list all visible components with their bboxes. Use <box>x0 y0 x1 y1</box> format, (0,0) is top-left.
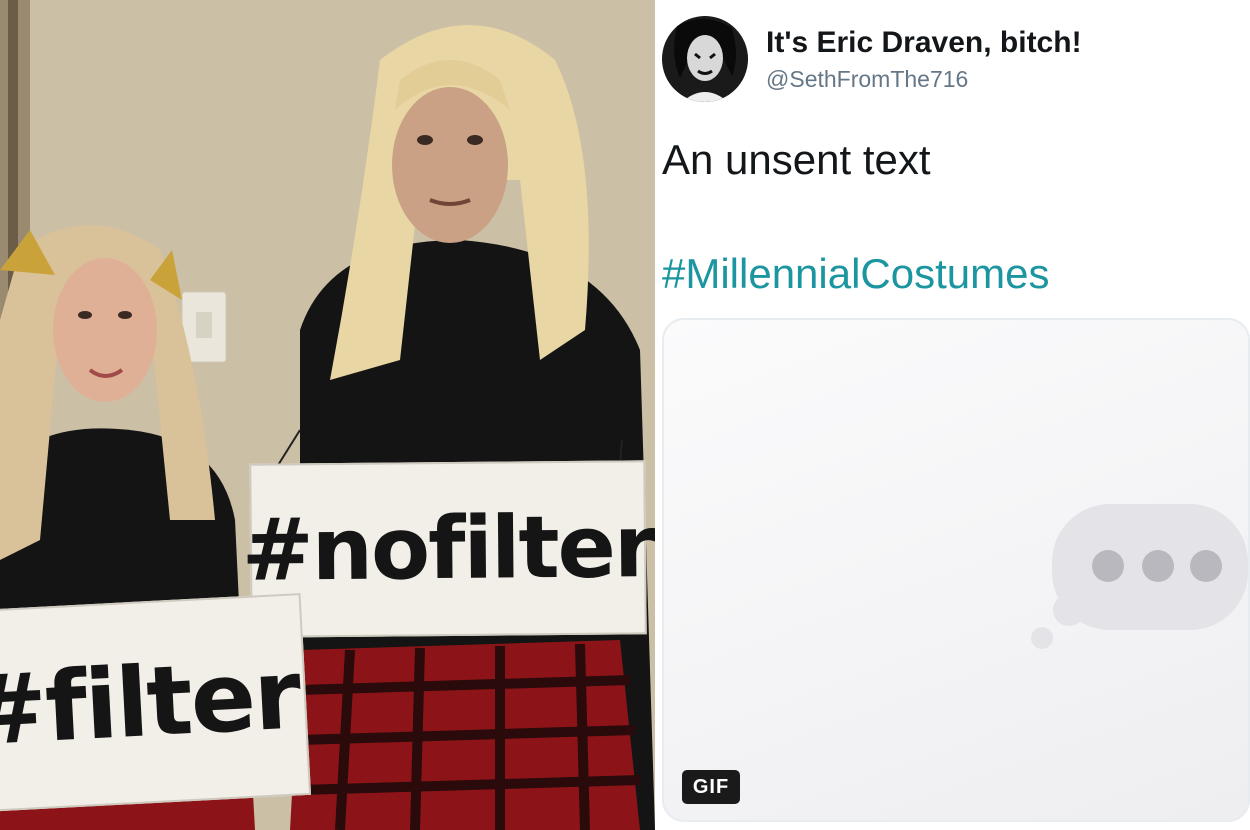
tweet-card: It's Eric Draven, bitch! @SethFromThe716… <box>658 0 1250 830</box>
hashtag-link[interactable]: #MillennialCostumes <box>662 250 1050 298</box>
sign-nofilter: #nofilter <box>241 460 655 638</box>
typing-indicator-bubble-icon <box>1031 504 1248 649</box>
tweet-text: An unsent text <box>662 136 931 183</box>
costume-photo: #nofilter #filter <box>0 0 655 830</box>
sign-filter: #filter <box>0 593 312 813</box>
gif-media[interactable]: GIF <box>662 318 1250 822</box>
avatar-icon <box>662 16 748 102</box>
gif-badge: GIF <box>682 770 740 804</box>
display-name[interactable]: It's Eric Draven, bitch! <box>766 26 1082 60</box>
avatar[interactable] <box>662 16 748 102</box>
user-handle[interactable]: @SethFromThe716 <box>766 66 968 93</box>
